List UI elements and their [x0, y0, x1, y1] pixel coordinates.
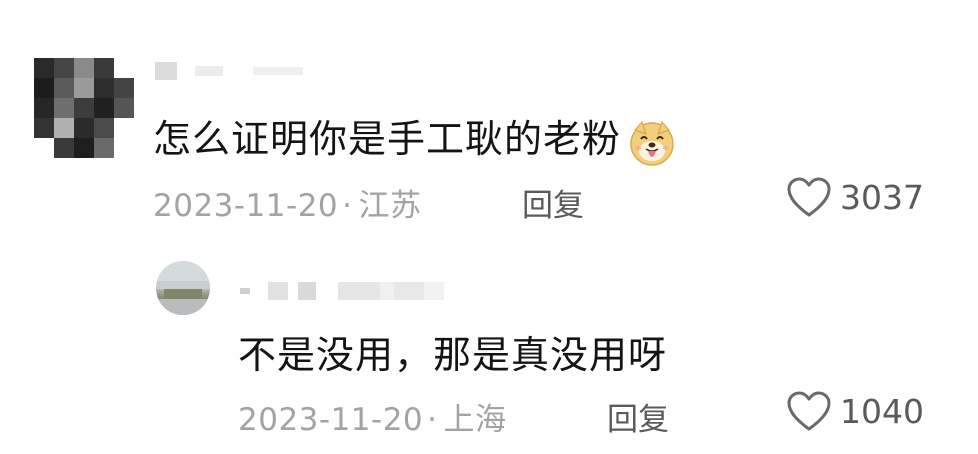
comment-location: 江苏 — [358, 188, 422, 224]
comment-meta: 2023-11-20 · 上海 — [238, 394, 507, 439]
like-button[interactable]: 1040 — [786, 390, 924, 432]
heart-icon — [786, 176, 832, 218]
comment-item: 怎么证明你是手工耿的老粉 2023-11-20 · 江苏 回复 3037 — [0, 0, 978, 240]
comment-location: 上海 — [443, 402, 507, 438]
reply-button[interactable]: 回复 — [607, 394, 669, 439]
reply-comment-item: 不是没用，那是真没用呀 2023-11-20 · 上海 回复 1040 — [0, 240, 978, 454]
comment-text: 怎么证明你是手工耿的老粉 — [153, 108, 675, 166]
reply-button[interactable]: 回复 — [522, 180, 584, 225]
meta-separator: · — [427, 402, 438, 438]
comment-text: 不是没用，那是真没用呀 — [238, 333, 668, 377]
like-count: 3037 — [840, 177, 924, 217]
like-button[interactable]: 3037 — [786, 176, 924, 218]
avatar[interactable] — [156, 261, 210, 315]
dog-face-icon — [627, 118, 675, 166]
like-count: 1040 — [840, 391, 924, 431]
comment-date: 2023-11-20 — [153, 188, 339, 224]
heart-icon — [786, 390, 832, 432]
username-obscured[interactable] — [155, 62, 303, 80]
comment-date: 2023-11-20 — [238, 402, 424, 438]
username-obscured[interactable] — [240, 282, 444, 300]
comment-meta: 2023-11-20 · 江苏 — [153, 180, 422, 225]
meta-separator: · — [342, 188, 353, 224]
avatar[interactable] — [34, 58, 134, 158]
